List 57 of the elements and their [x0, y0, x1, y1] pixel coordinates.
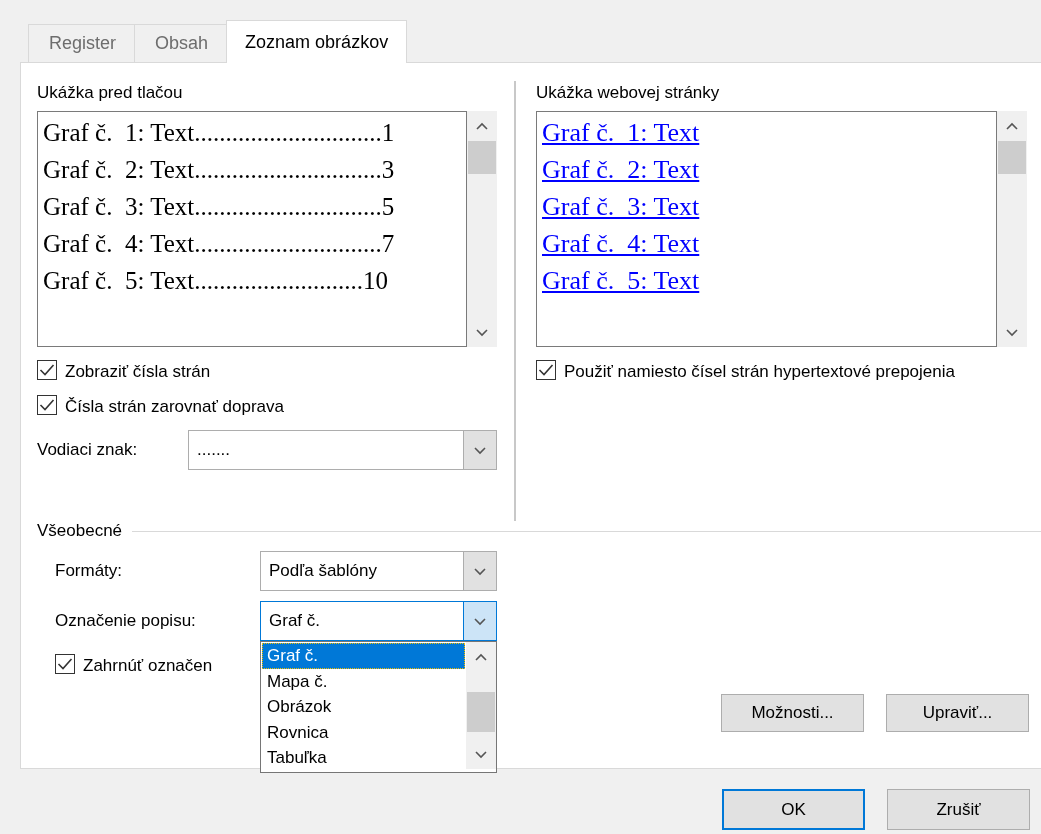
- hyperlink[interactable]: Graf č. 5: Text: [542, 262, 700, 299]
- toc-entry-caption: Graf č. 5: Text: [43, 266, 195, 296]
- toc-entry-caption: Graf č. 4: Text: [43, 229, 195, 259]
- scrollbar-thumb[interactable]: [998, 141, 1026, 174]
- tab[interactable]: Register: [28, 24, 136, 62]
- preview-label: Ukážka webovej stránky: [536, 82, 721, 104]
- checkbox[interactable]: [37, 360, 57, 380]
- dialog-button[interactable]: Zrušiť: [887, 789, 1030, 830]
- page-number: 1: [381, 118, 395, 148]
- hyperlink[interactable]: Graf č. 2: Text: [542, 151, 700, 188]
- dropdown-field[interactable]: Graf č.: [260, 601, 497, 641]
- field-label: Označenie popisu:: [55, 611, 197, 631]
- checkbox-label: Čísla strán zarovnať doprava: [65, 396, 284, 418]
- checkbox-label: Použiť namiesto čísel strán hypertextové prepojenia: [564, 361, 955, 383]
- preview-label: Ukážka pred tlačou: [37, 82, 184, 104]
- toc-entry-caption: Graf č. 3: Text: [43, 192, 195, 222]
- hyperlink[interactable]: Graf č. 1: Text: [542, 114, 700, 151]
- checkbox[interactable]: [536, 360, 556, 380]
- scroll-down-icon[interactable]: [475, 326, 489, 338]
- dialog-button[interactable]: Upraviť...: [886, 694, 1029, 732]
- scroll-down-icon[interactable]: [474, 748, 488, 760]
- field-label: Vodiaci znak:: [37, 440, 139, 460]
- dropdown-option[interactable]: Tabuľka: [262, 745, 465, 771]
- dialog-button[interactable]: OK: [722, 789, 865, 830]
- dropdown-option[interactable]: Mapa č.: [262, 668, 465, 694]
- checkbox[interactable]: [37, 395, 57, 415]
- group-title: Všeobecné: [37, 521, 123, 541]
- scrollbar-thumb[interactable]: [467, 692, 495, 732]
- checkbox[interactable]: [55, 654, 75, 674]
- dropdown-option[interactable]: Obrázok: [262, 694, 465, 720]
- dropdown-option[interactable]: Graf č.: [262, 643, 465, 669]
- toc-entry-caption: Graf č. 1: Text: [43, 118, 195, 148]
- leader-dots: ..............................: [194, 118, 382, 148]
- leader-dots: ...........................: [194, 266, 363, 296]
- scroll-down-icon[interactable]: [1005, 326, 1019, 338]
- tab[interactable]: Zoznam obrázkov: [226, 20, 408, 63]
- leader-dots: ..............................: [194, 229, 382, 259]
- dialog-button[interactable]: Možnosti...: [721, 694, 864, 732]
- hyperlink[interactable]: Graf č. 4: Text: [542, 225, 700, 262]
- page-number: 10: [362, 266, 388, 296]
- scrollbar-thumb[interactable]: [468, 141, 496, 174]
- page-number: 5: [381, 192, 395, 222]
- field-label: Formáty:: [55, 561, 124, 581]
- scroll-up-icon[interactable]: [1005, 120, 1019, 132]
- page-number: 7: [381, 229, 395, 259]
- checkbox-label: Zahrnúť označen: [83, 655, 213, 677]
- leader-dots: ..............................: [194, 155, 382, 185]
- checkbox-label: Zobraziť čísla strán: [65, 361, 211, 383]
- hyperlink[interactable]: Graf č. 3: Text: [542, 188, 700, 225]
- dropdown-field[interactable]: .......: [188, 430, 497, 470]
- leader-dots: ..............................: [194, 192, 382, 222]
- scroll-up-icon[interactable]: [474, 651, 488, 663]
- page-number: 3: [381, 155, 395, 185]
- scroll-up-icon[interactable]: [475, 120, 489, 132]
- dropdown-field[interactable]: Podľa šablóny: [260, 551, 497, 591]
- dropdown-option[interactable]: Rovnica: [262, 719, 465, 745]
- toc-entry-caption: Graf č. 2: Text: [43, 155, 195, 185]
